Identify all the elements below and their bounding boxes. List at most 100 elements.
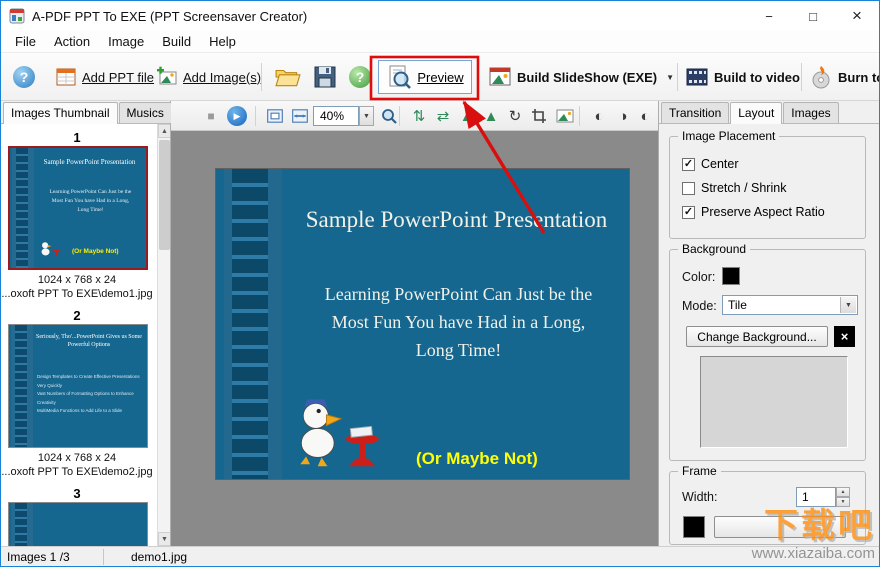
toolbar-separator bbox=[801, 63, 802, 91]
background-color-swatch[interactable] bbox=[722, 267, 740, 285]
add-images-label: Add Image(s) bbox=[183, 69, 262, 85]
film-icon bbox=[686, 68, 708, 86]
tab-images-thumbnail[interactable]: Images Thumbnail bbox=[3, 102, 118, 124]
group-title: Background bbox=[678, 242, 751, 256]
layout-tab-content: Image Placement ✓ Center Stretch / Shrin… bbox=[659, 124, 879, 546]
minimize-button[interactable]: − bbox=[747, 1, 791, 31]
tab-musics[interactable]: Musics bbox=[118, 102, 172, 123]
tab-images[interactable]: Images bbox=[783, 102, 839, 123]
frame-width-input[interactable]: 1 bbox=[796, 487, 836, 507]
maximize-button[interactable]: □ bbox=[791, 1, 835, 31]
menu-bar: File Action Image Build Help bbox=[1, 31, 879, 53]
viewer-panel: ■ ▶ 40% ▼ ⇅ ⇄ ▲ ▲ ↻ ◐ ◑ ◐ Sample PowerPo… bbox=[171, 101, 658, 546]
rotate-icon[interactable]: ↻ bbox=[503, 104, 527, 128]
preview-canvas: Sample PowerPoint Presentation Learning … bbox=[171, 131, 658, 546]
mini-slide-title: Seriously, Tho'...PowerPoint Gives us So… bbox=[36, 334, 142, 349]
open-button[interactable] bbox=[275, 53, 301, 101]
left-tabbar: Images Thumbnail Musics bbox=[1, 101, 172, 124]
rotate-right-icon[interactable]: ▲ bbox=[479, 104, 503, 128]
mode-label: Mode: bbox=[682, 299, 717, 313]
add-ppt-button[interactable]: Add PPT file bbox=[55, 53, 154, 101]
chevron-down-icon[interactable]: ▼ bbox=[840, 297, 856, 313]
status-images-count: Images 1 /3 bbox=[7, 550, 70, 564]
image-placement-group: Image Placement ✓ Center Stretch / Shrin… bbox=[669, 129, 866, 239]
menu-build[interactable]: Build bbox=[153, 31, 200, 52]
close-button[interactable]: × bbox=[835, 1, 879, 31]
toolbar-separator bbox=[261, 63, 262, 91]
zoom-input[interactable]: 40% bbox=[313, 106, 359, 126]
preserve-aspect-checkbox-row[interactable]: ✓ Preserve Aspect Ratio bbox=[682, 205, 825, 219]
fit-width-icon[interactable] bbox=[288, 104, 312, 128]
open-folder-icon bbox=[275, 69, 301, 87]
fit-window-icon[interactable] bbox=[263, 104, 287, 128]
burn-button[interactable]: Burn to bbox=[809, 53, 880, 101]
help-button-1[interactable]: ? bbox=[13, 53, 35, 101]
slide-note: (Or Maybe Not) bbox=[416, 449, 538, 468]
change-background-button[interactable]: Change Background... bbox=[686, 326, 828, 347]
stretch-shrink-checkbox-row[interactable]: Stretch / Shrink bbox=[682, 181, 786, 195]
save-button[interactable] bbox=[313, 53, 337, 101]
thumbnails-panel: Images Thumbnail Musics 1 Sample PowerPo… bbox=[1, 101, 172, 546]
mini-slide-body: Learning PowerPoint Can Just be the Most… bbox=[49, 189, 132, 213]
build-slideshow-label: Build SlideShow (EXE) bbox=[517, 69, 658, 85]
frame-change-button[interactable] bbox=[714, 516, 846, 538]
magnifier-icon[interactable] bbox=[377, 104, 401, 128]
clear-background-button[interactable]: × bbox=[834, 326, 855, 347]
thumbnail-2-number: 2 bbox=[73, 308, 81, 323]
center-checkbox-row[interactable]: ✓ Center bbox=[682, 157, 739, 171]
flip-vertical-icon[interactable]: ⇅ bbox=[407, 104, 431, 128]
checkbox-checked-icon[interactable]: ✓ bbox=[682, 157, 695, 171]
frame-group: Frame Width: 1 ▲ ▼ bbox=[669, 464, 866, 545]
preview-label: Preview bbox=[417, 69, 464, 85]
settings-panel: Transition Layout Images Image Placement… bbox=[658, 101, 879, 546]
image-effects-icon[interactable] bbox=[553, 104, 577, 128]
zoom-dropdown-icon[interactable]: ▼ bbox=[359, 106, 374, 126]
scrollbar-thumb[interactable] bbox=[159, 140, 170, 250]
frame-color-swatch[interactable] bbox=[683, 516, 705, 538]
menu-file[interactable]: File bbox=[6, 31, 45, 52]
viewer-toolbar: ■ ▶ 40% ▼ ⇅ ⇄ ▲ ▲ ↻ ◐ ◑ ◐ bbox=[171, 101, 658, 131]
stepper-down-icon[interactable]: ▼ bbox=[836, 497, 850, 507]
flip-horizontal-icon[interactable]: ⇄ bbox=[431, 104, 455, 128]
crop-icon[interactable] bbox=[527, 104, 551, 128]
contrast-icon[interactable]: ◐ bbox=[587, 104, 611, 128]
save-icon bbox=[314, 66, 336, 88]
build-video-button[interactable]: Build to video bbox=[685, 53, 800, 101]
app-window: A-PDF PPT To EXE (PPT Screensaver Creato… bbox=[0, 0, 880, 567]
scroll-down-icon[interactable]: ▼ bbox=[158, 532, 170, 546]
checkbox-label: Center bbox=[701, 157, 739, 171]
duck-cartoon bbox=[300, 399, 379, 467]
thumbnail-1[interactable]: Sample PowerPoint Presentation Learning … bbox=[8, 146, 148, 270]
checkbox-unchecked-icon[interactable] bbox=[682, 181, 695, 195]
duck-cartoon bbox=[41, 242, 61, 257]
checkbox-checked-icon[interactable]: ✓ bbox=[682, 205, 695, 219]
menu-image[interactable]: Image bbox=[99, 31, 153, 52]
slide-preview: Sample PowerPoint Presentation Learning … bbox=[216, 169, 629, 479]
scroll-up-icon[interactable]: ▲ bbox=[158, 124, 170, 138]
menu-action[interactable]: Action bbox=[45, 31, 99, 52]
thumbnail-3[interactable] bbox=[8, 502, 148, 546]
chevron-down-icon[interactable]: ▼ bbox=[666, 73, 674, 82]
mode-select[interactable]: Tile ▼ bbox=[722, 295, 858, 315]
brightness-icon[interactable]: ◑ bbox=[611, 104, 635, 128]
burn-label: Burn to bbox=[838, 69, 880, 85]
tab-transition[interactable]: Transition bbox=[661, 102, 730, 123]
rotate-left-icon[interactable]: ▲ bbox=[455, 104, 479, 128]
add-images-button[interactable]: Add Image(s) bbox=[156, 53, 261, 101]
add-ppt-label: Add PPT file bbox=[82, 69, 155, 85]
build-slideshow-button[interactable]: Build SlideShow (EXE) ▼ bbox=[488, 53, 674, 101]
play-icon[interactable]: ▶ bbox=[227, 106, 247, 126]
color-adjust-icon[interactable]: ◐ bbox=[633, 104, 657, 128]
stepper-up-icon[interactable]: ▲ bbox=[836, 487, 850, 497]
menu-help[interactable]: Help bbox=[200, 31, 245, 52]
stop-icon[interactable]: ■ bbox=[199, 104, 223, 128]
background-preview-box bbox=[700, 356, 848, 448]
help-button-2[interactable]: ? bbox=[349, 53, 371, 101]
toolbar-separator bbox=[399, 106, 400, 126]
frame-width-stepper[interactable]: ▲ ▼ bbox=[836, 487, 850, 507]
thumbnail-scrollbar[interactable]: ▲ ▼ bbox=[157, 124, 170, 546]
thumbnail-2[interactable]: Seriously, Tho'...PowerPoint Gives us So… bbox=[8, 324, 148, 448]
preview-button[interactable]: Preview bbox=[378, 60, 472, 94]
tab-layout[interactable]: Layout bbox=[730, 102, 783, 124]
mini-slide-bullets: Design Templates to Create Effective Pre… bbox=[37, 374, 140, 414]
